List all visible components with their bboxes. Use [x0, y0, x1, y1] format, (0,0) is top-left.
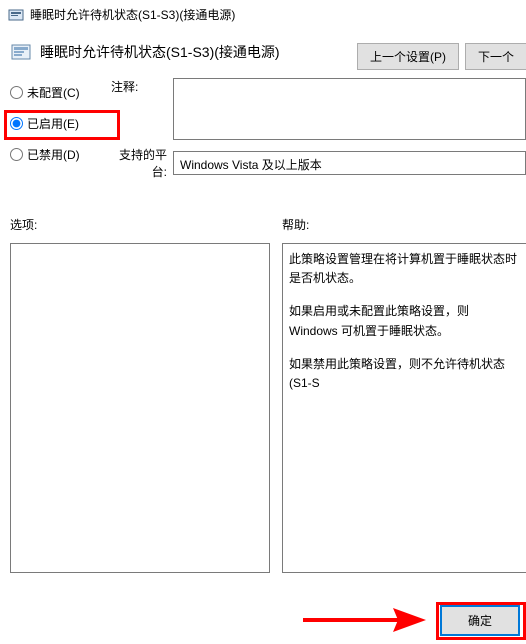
comment-textarea[interactable] — [173, 78, 526, 140]
prev-setting-button[interactable]: 上一个设置(P) — [357, 43, 459, 70]
ok-button[interactable]: 确定 — [440, 605, 520, 636]
radio-not-configured-input[interactable] — [10, 86, 23, 99]
subtitle-text: 睡眠时允许待机状态(S1-S3)(接通电源) — [40, 42, 280, 62]
help-p2: 如果启用或未配置此策略设置，则 Windows 可机置于睡眠状态。 — [289, 302, 520, 340]
platform-text: Windows Vista 及以上版本 — [173, 151, 526, 175]
radio-group: 未配置(C) 已启用(E) 已禁用(D) — [10, 78, 105, 163]
options-label: 选项: — [10, 216, 282, 233]
options-panel[interactable] — [10, 243, 270, 573]
comment-label: 注释: — [105, 78, 173, 95]
help-panel[interactable]: 此策略设置管理在将计算机置于睡眠状态时是否机状态。 如果启用或未配置此策略设置，… — [282, 243, 526, 573]
arrow-annotation — [298, 600, 428, 640]
radio-not-configured[interactable]: 未配置(C) — [10, 84, 105, 101]
radio-disabled-label: 已禁用(D) — [27, 146, 80, 163]
setting-icon — [10, 41, 32, 63]
platform-label: 支持的平台: — [105, 146, 173, 180]
help-p1: 此策略设置管理在将计算机置于睡眠状态时是否机状态。 — [289, 250, 520, 288]
radio-disabled-input[interactable] — [10, 148, 23, 161]
window-title: 睡眠时允许待机状态(S1-S3)(接通电源) — [30, 6, 235, 23]
policy-icon — [8, 7, 24, 23]
radio-enabled-input[interactable] — [10, 117, 23, 130]
help-p3: 如果禁用此策略设置，则不允许待机状态(S1-S — [289, 355, 520, 393]
radio-enabled-label: 已启用(E) — [27, 115, 79, 132]
radio-not-configured-label: 未配置(C) — [27, 84, 80, 101]
radio-enabled[interactable]: 已启用(E) — [10, 115, 105, 132]
titlebar: 睡眠时允许待机状态(S1-S3)(接通电源) — [0, 0, 526, 29]
radio-disabled[interactable]: 已禁用(D) — [10, 146, 105, 163]
bottom-bar: 确定 — [0, 600, 526, 640]
help-label: 帮助: — [282, 216, 526, 233]
next-setting-button[interactable]: 下一个 — [465, 43, 526, 70]
